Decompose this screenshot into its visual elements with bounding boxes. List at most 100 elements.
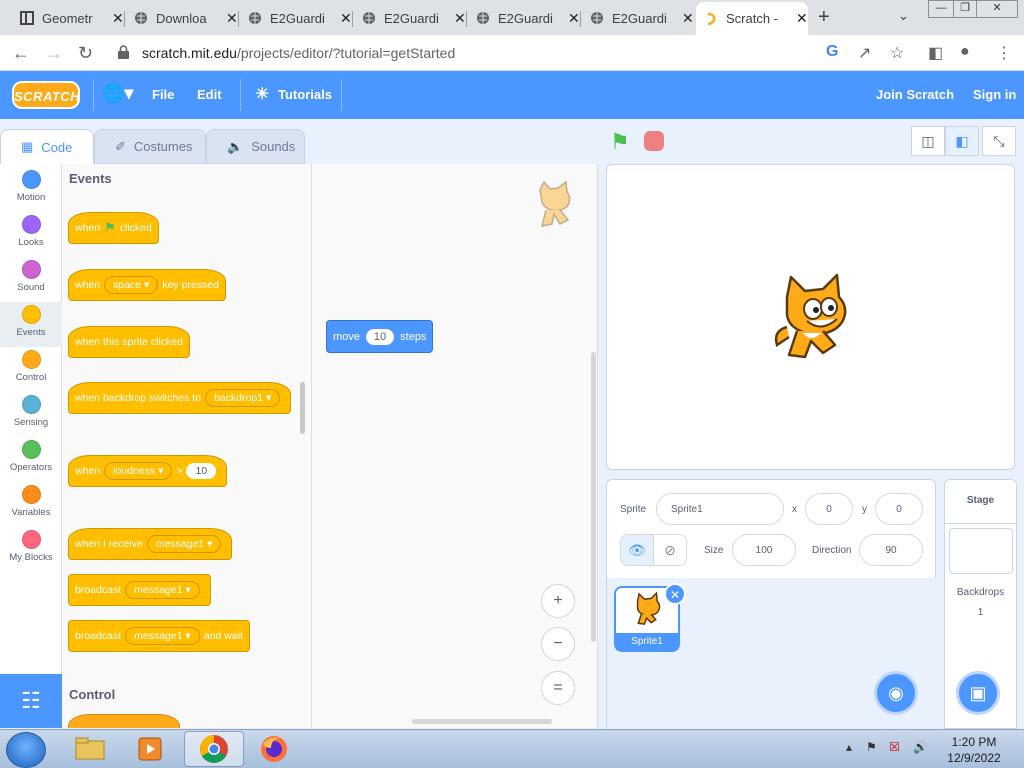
bookmark-star-icon[interactable]: ☆ [890, 43, 904, 63]
close-tab-icon[interactable]: ✕ [112, 10, 124, 27]
choose-sprite-button[interactable]: ◉ [874, 671, 918, 715]
browser-tab[interactable]: E2Guardi ✕ [354, 4, 467, 32]
network-disconnected-icon[interactable]: ☒ [889, 740, 900, 754]
direction-input[interactable]: 90 [859, 534, 923, 566]
message-dropdown[interactable]: message1 ▾ [125, 581, 200, 599]
delete-sprite-trash-icon[interactable]: ✕ [664, 583, 686, 605]
minimize-window-icon[interactable]: — [928, 0, 954, 18]
media-player-button[interactable] [120, 731, 180, 767]
threshold-input[interactable]: 10 [186, 463, 217, 479]
close-tab-icon[interactable]: ✕ [796, 10, 808, 27]
close-tab-icon[interactable]: ✕ [454, 10, 466, 27]
zoom-out-button[interactable]: − [541, 627, 575, 661]
show-hidden-icons[interactable]: ▴ [846, 740, 852, 754]
join-scratch-link[interactable]: Join Scratch [876, 87, 954, 102]
close-tab-icon[interactable]: ✕ [340, 10, 352, 27]
close-tab-icon[interactable]: ✕ [226, 10, 238, 27]
browser-tab[interactable]: E2Guardi ✕ [582, 4, 694, 32]
when-backdrop-switches-block[interactable]: when backdrop switches to backdrop1 ▾ [68, 382, 292, 414]
close-tab-icon[interactable]: ✕ [682, 10, 694, 27]
category-control[interactable]: Control [0, 350, 62, 390]
category-motion[interactable]: Motion [0, 170, 62, 210]
zoom-reset-button[interactable]: = [541, 671, 575, 705]
file-menu[interactable]: File [152, 87, 174, 102]
message-dropdown[interactable]: message1 ▾ [146, 535, 222, 553]
control-block-partial[interactable] [68, 714, 180, 728]
small-stage-button[interactable]: ◫ [911, 126, 945, 156]
category-variables[interactable]: Variables [0, 485, 62, 525]
cat-sprite[interactable] [767, 271, 857, 363]
hide-sprite-button[interactable]: ⊘ [653, 534, 687, 566]
system-clock[interactable]: 1:20 PM 12/9/2022 [938, 734, 1010, 766]
new-tab-button[interactable]: + [818, 6, 830, 29]
size-input[interactable]: 100 [732, 534, 796, 566]
tab-sounds[interactable]: 🔈 Sounds [206, 129, 305, 164]
when-key-pressed-block[interactable]: when space ▾ key pressed [68, 269, 226, 301]
script-vertical-scrollbar[interactable] [591, 352, 596, 642]
choose-backdrop-button[interactable]: ▣ [956, 671, 1000, 715]
close-tab-icon[interactable]: ✕ [568, 10, 580, 27]
key-dropdown[interactable]: space ▾ [104, 276, 159, 294]
google-icon[interactable]: G [826, 43, 838, 61]
tab-costumes[interactable]: ✐ Costumes [94, 129, 206, 164]
move-steps-block[interactable]: move 10 steps [326, 320, 434, 353]
side-panel-icon[interactable]: ◧ [928, 43, 943, 63]
when-i-receive-block[interactable]: when I receive message1 ▾ [68, 528, 233, 560]
restore-window-icon[interactable]: ❐ [953, 0, 977, 18]
category-events[interactable]: Events [0, 302, 62, 347]
tutorials-menu[interactable]: Tutorials [278, 87, 332, 102]
edit-menu[interactable]: Edit [197, 87, 222, 102]
sprite-name-input[interactable]: Sprite1 [656, 493, 784, 525]
back-arrow-icon[interactable]: ← [12, 43, 30, 64]
browser-tab[interactable]: Geometr ✕ [12, 4, 125, 32]
green-flag-button[interactable]: ⚑ [610, 129, 630, 155]
file-explorer-button[interactable] [60, 731, 120, 767]
script-horizontal-scrollbar[interactable] [412, 719, 552, 724]
category-sound[interactable]: Sound [0, 260, 62, 300]
profile-avatar-icon[interactable]: ● [960, 43, 970, 61]
category-looks[interactable]: Looks [0, 215, 62, 255]
broadcast-block[interactable]: broadcast message1 ▾ [68, 574, 211, 606]
zoom-in-button[interactable]: + [541, 584, 575, 618]
start-button[interactable] [6, 732, 46, 768]
show-sprite-button[interactable]: 👁 [620, 534, 654, 566]
scratch-logo[interactable]: SCRATCH [12, 81, 80, 109]
browser-tab[interactable]: E2Guardi ✕ [240, 4, 353, 32]
language-globe-icon[interactable]: 🌐▾ [102, 83, 133, 104]
y-input[interactable]: 0 [875, 493, 923, 525]
backdrop-dropdown[interactable]: backdrop1 ▾ [205, 389, 281, 407]
normal-stage-button[interactable]: ◧ [945, 126, 979, 156]
share-icon[interactable]: ↗ [858, 43, 871, 63]
stage[interactable] [606, 164, 1015, 470]
tutorials-lightbulb-icon[interactable]: ☀ [255, 84, 269, 104]
when-sprite-clicked-block[interactable]: when this sprite clicked [68, 326, 190, 358]
steps-input[interactable]: 10 [365, 328, 395, 345]
add-extension-button[interactable]: ☷ [0, 674, 62, 728]
action-center-flag-icon[interactable]: ⚑ [866, 740, 877, 754]
palette-scrollbar[interactable] [300, 382, 305, 434]
volume-icon[interactable]: 🔊 [913, 740, 928, 754]
stage-thumbnail[interactable] [949, 528, 1013, 574]
forward-arrow-icon[interactable]: → [45, 43, 63, 64]
chrome-taskbar-button[interactable] [184, 731, 244, 767]
close-window-icon[interactable]: ✕ [976, 0, 1018, 18]
firefox-taskbar-button[interactable] [244, 731, 304, 767]
category-my-blocks[interactable]: My Blocks [0, 530, 62, 570]
category-operators[interactable]: Operators [0, 440, 62, 480]
tab-search-chevron-icon[interactable]: ⌄ [898, 8, 909, 24]
browser-tab[interactable]: E2Guardi ✕ [468, 4, 581, 32]
sign-in-link[interactable]: Sign in [973, 87, 1016, 102]
category-sensing[interactable]: Sensing [0, 395, 62, 435]
browser-tab[interactable]: Downloa ✕ [126, 4, 239, 32]
fullscreen-button[interactable]: ⤡ [982, 126, 1016, 156]
message-dropdown[interactable]: message1 ▾ [125, 627, 200, 645]
broadcast-and-wait-block[interactable]: broadcast message1 ▾ and wait [68, 620, 250, 652]
browser-menu-icon[interactable]: ⋮ [996, 43, 1012, 63]
browser-tab-active[interactable]: Scratch - ✕ [696, 2, 808, 35]
tab-code[interactable]: ▦ Code [0, 129, 94, 164]
loudness-dropdown[interactable]: loudness ▾ [104, 462, 173, 480]
url-field[interactable]: scratch.mit.edu/projects/editor/?tutoria… [110, 39, 910, 67]
reload-icon[interactable]: ↻ [78, 43, 93, 64]
stop-button[interactable] [644, 131, 664, 151]
x-input[interactable]: 0 [805, 493, 853, 525]
